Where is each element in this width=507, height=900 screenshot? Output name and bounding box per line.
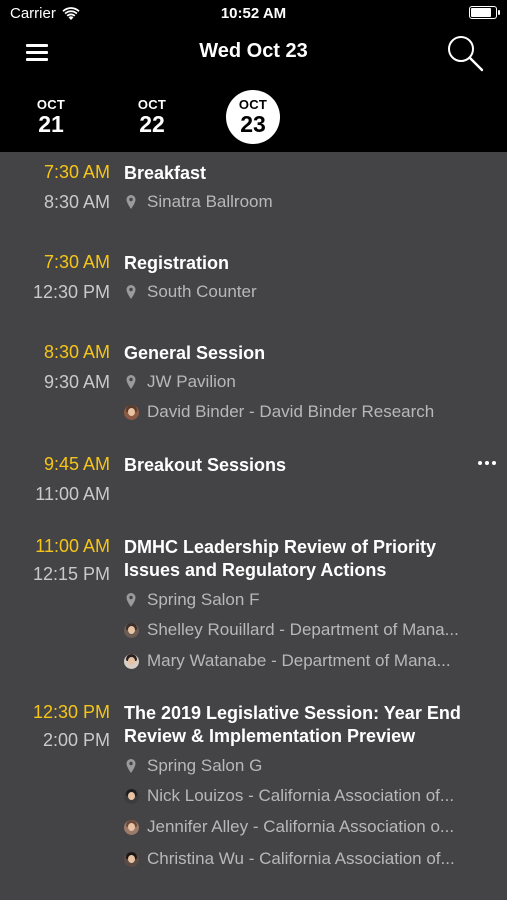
more-dots-icon xyxy=(478,461,482,465)
session-start-time: 12:30 PM xyxy=(32,702,110,722)
day-tab-month: OCT xyxy=(137,97,167,112)
speaker-avatar xyxy=(124,819,139,835)
search-icon xyxy=(448,36,484,72)
session-start-time: 7:30 AM xyxy=(43,252,110,272)
nav-bar: Wed Oct 23 xyxy=(0,30,507,76)
session-title: DMHC Leadership Review of Priority Issue… xyxy=(124,536,484,582)
hamburger-line xyxy=(26,51,48,54)
session-title-line: Issues and Regulatory Actions xyxy=(124,560,387,580)
location-pin-icon xyxy=(126,285,136,299)
session-speaker[interactable]: Shelley Rouillard - Department of Mana..… xyxy=(124,620,494,640)
speaker-label: Shelley Rouillard - Department of Mana..… xyxy=(147,620,459,639)
day-tab-month: OCT xyxy=(36,97,66,112)
day-tab-oct-22[interactable]: OCT 22 xyxy=(125,90,179,144)
session-end-time: 12:30 PM xyxy=(32,282,110,302)
speaker-avatar xyxy=(124,851,139,867)
app-header: Carrier 10:52 AM Wed Oct 23 OCT 21 OCT 2… xyxy=(0,0,507,152)
session-title: The 2019 Legislative Session: Year End R… xyxy=(124,702,484,748)
session-title: Breakfast xyxy=(124,163,207,183)
location-label: Spring Salon G xyxy=(147,756,263,775)
page-title: Wed Oct 23 xyxy=(199,40,308,62)
session-title-line: DMHC Leadership Review of Priority xyxy=(124,537,437,557)
day-tab-day: 21 xyxy=(38,111,64,137)
session-title: Breakout Sessions xyxy=(124,455,287,475)
location-label: Sinatra Ballroom xyxy=(147,192,273,211)
session-speaker[interactable]: David Binder - David Binder Research xyxy=(124,402,494,422)
speaker-label: Jennifer Alley - California Association … xyxy=(147,817,455,836)
location-pin-icon xyxy=(126,593,136,607)
speaker-label: Nick Louizos - California Association of… xyxy=(147,786,455,805)
session-speaker[interactable]: Mary Watanabe - Department of Mana... xyxy=(124,651,494,671)
more-options-button[interactable] xyxy=(476,456,500,470)
session-start-time: 7:30 AM xyxy=(43,162,110,182)
day-tab-day: 22 xyxy=(139,111,165,137)
day-tab-day: 23 xyxy=(240,111,266,137)
session-end-time: 11:00 AM xyxy=(35,484,110,504)
location-pin-icon xyxy=(126,759,136,773)
status-time: 10:52 AM xyxy=(220,5,287,22)
speaker-avatar xyxy=(124,653,139,669)
more-dot xyxy=(485,461,489,465)
session-location: JW Pavilion xyxy=(124,372,494,392)
battery-icon xyxy=(469,6,500,19)
session-title-line: Review & Implementation Preview xyxy=(124,726,416,746)
search-button[interactable] xyxy=(446,34,484,72)
speaker-label: David Binder - David Binder Research xyxy=(147,402,435,421)
session-title-line: The 2019 Legislative Session: Year End xyxy=(124,703,461,723)
session-end-time: 8:30 AM xyxy=(43,192,110,212)
day-tab-oct-21[interactable]: OCT 21 xyxy=(24,90,78,144)
session-start-time: 8:30 AM xyxy=(43,342,110,362)
speaker-label: Mary Watanabe - Department of Mana... xyxy=(147,651,451,670)
session-speaker[interactable]: Christina Wu - California Association of… xyxy=(124,849,494,869)
battery-level xyxy=(471,8,491,17)
session-start-time: 9:45 AM xyxy=(43,454,110,474)
session-end-time: 2:00 PM xyxy=(42,730,110,750)
session-speaker[interactable]: Jennifer Alley - California Association … xyxy=(124,817,494,837)
more-dot xyxy=(492,461,496,465)
speaker-label: Christina Wu - California Association of… xyxy=(147,849,455,868)
session-end-time: 9:30 AM xyxy=(43,372,110,392)
hamburger-line xyxy=(26,58,48,61)
location-pin-icon xyxy=(126,195,136,209)
speaker-avatar xyxy=(124,622,139,638)
session-location: Spring Salon G xyxy=(124,756,494,776)
day-tab-oct-23[interactable]: OCT 23 xyxy=(226,90,280,144)
speaker-avatar xyxy=(124,404,139,420)
session-location: South Counter xyxy=(124,282,494,302)
location-label: Spring Salon F xyxy=(147,590,260,609)
day-tab-month: OCT xyxy=(238,97,268,112)
location-label: South Counter xyxy=(147,282,257,301)
day-selector: OCT 21 OCT 22 OCT 23 xyxy=(0,88,507,148)
session-start-time: 11:00 AM xyxy=(35,536,110,556)
session-end-time: 12:15 PM xyxy=(32,564,110,584)
location-pin-icon xyxy=(126,375,136,389)
session-speaker[interactable]: Nick Louizos - California Association of… xyxy=(124,786,494,806)
hamburger-icon xyxy=(26,44,48,47)
session-title: Registration xyxy=(124,253,230,273)
location-label: JW Pavilion xyxy=(147,372,236,391)
menu-button[interactable] xyxy=(26,42,48,62)
status-bar: Carrier 10:52 AM xyxy=(0,0,507,26)
session-location: Sinatra Ballroom xyxy=(124,192,494,212)
speaker-avatar xyxy=(124,788,139,804)
session-location: Spring Salon F xyxy=(124,590,494,610)
session-title: General Session xyxy=(124,343,266,363)
